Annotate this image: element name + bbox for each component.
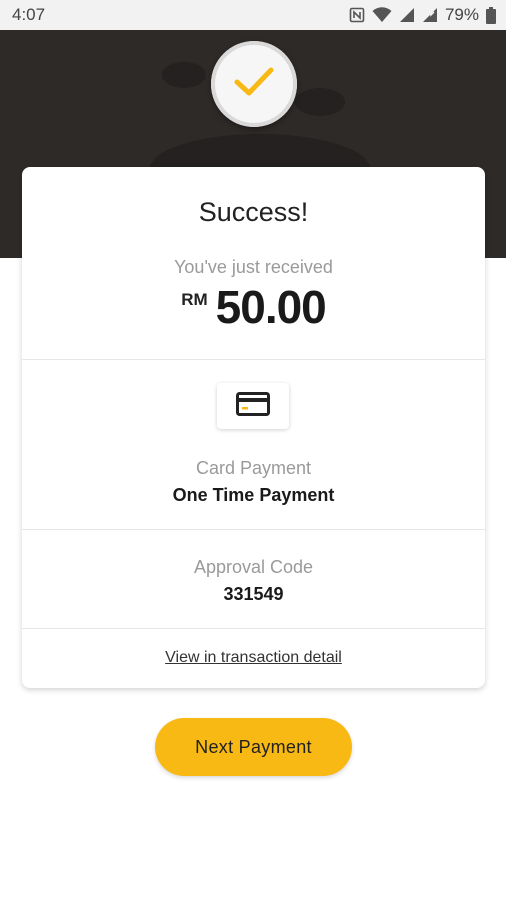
- amount-display: RM 50.00: [22, 280, 485, 334]
- view-transaction-detail-link[interactable]: View in transaction detail: [165, 649, 342, 666]
- amount-value: 50.00: [215, 281, 327, 333]
- decorative-shape: [295, 88, 345, 116]
- divider: [22, 359, 485, 360]
- next-payment-button[interactable]: Next Payment: [155, 718, 352, 776]
- nfc-icon: [349, 7, 365, 23]
- success-badge: [211, 41, 297, 127]
- page-title: Success!: [198, 197, 309, 227]
- payment-method-icon-box: [217, 383, 289, 429]
- divider: [22, 529, 485, 530]
- approval-code-value: 331549: [223, 584, 284, 604]
- wifi-icon: [372, 7, 392, 23]
- approval-code-label: Approval Code: [193, 557, 314, 577]
- signal-icon: [399, 7, 415, 23]
- status-icons: 79%: [349, 5, 496, 25]
- signal-icon: [422, 7, 438, 23]
- receipt-card: Success! You've just received RM 50.00 C…: [22, 167, 485, 688]
- decorative-shape: [162, 62, 206, 88]
- battery-percent: 79%: [444, 5, 479, 24]
- divider: [22, 628, 485, 629]
- payment-method-value: One Time Payment: [172, 485, 335, 505]
- transaction-detail-link-row: View in transaction detail: [22, 649, 485, 667]
- battery-icon: [486, 6, 496, 24]
- status-bar: 4:07 79%: [0, 0, 506, 30]
- credit-card-icon: [236, 391, 270, 421]
- status-time: 4:07: [12, 5, 46, 24]
- checkmark-icon: [233, 65, 275, 104]
- received-label: You've just received: [174, 257, 333, 277]
- payment-method-label: Card Payment: [195, 458, 312, 478]
- currency-label: RM: [181, 290, 208, 309]
